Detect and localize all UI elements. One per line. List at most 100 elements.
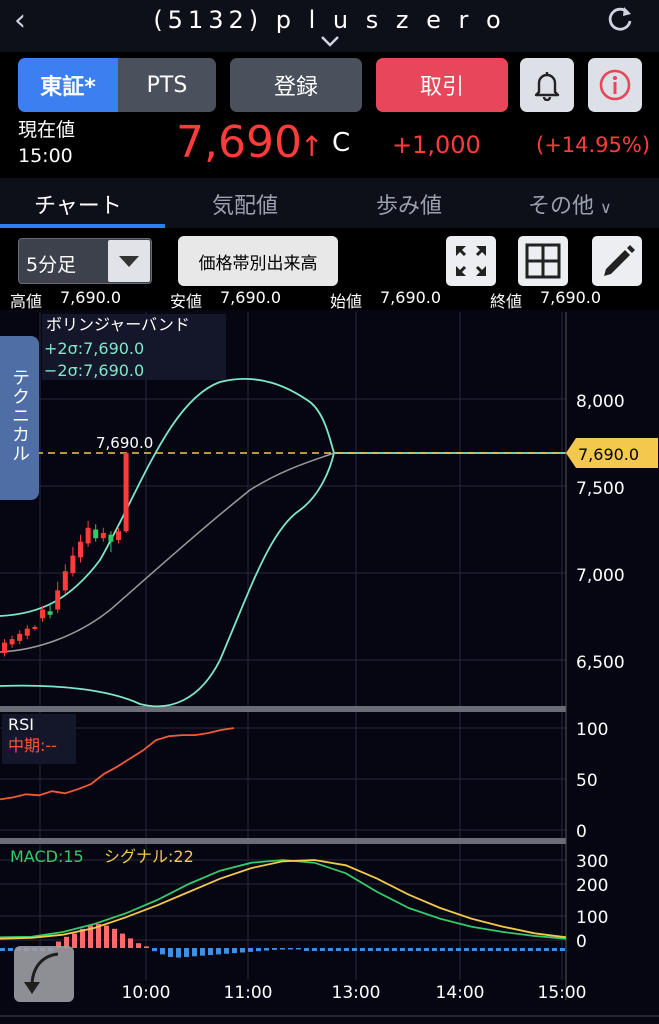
stock-chart[interactable]: ボリンジャーバンド +2σ:7,690.0 −2σ:7,690.0 7,690.… <box>0 310 659 1024</box>
draw-button[interactable] <box>592 236 642 286</box>
close-value: 7,690.0 <box>540 288 602 307</box>
bollinger-title: ボリンジャーバンド <box>46 315 190 334</box>
macd-histogram-bar <box>328 948 333 951</box>
low-value: 7,690.0 <box>220 288 282 307</box>
macd-histogram-bar <box>536 948 541 951</box>
macd-histogram-bar <box>424 948 429 951</box>
time-tick-label: 10:00 <box>122 983 171 1003</box>
pane-separator[interactable] <box>0 706 566 712</box>
current-price-label: 現在値 <box>18 119 76 141</box>
tse-market-button[interactable]: 東証* <box>18 58 118 112</box>
chevron-down-icon[interactable] <box>318 34 342 48</box>
macd-histogram-bar <box>512 948 517 951</box>
macd-histogram-bar <box>216 948 221 955</box>
candle-body <box>70 555 76 573</box>
current-price-time: 15:00 <box>18 145 73 167</box>
pane-separator[interactable] <box>0 838 566 844</box>
macd-histogram-bar <box>392 948 397 951</box>
macd-histogram-bar <box>152 948 157 952</box>
rsi-legend: 中期:-- <box>8 736 57 755</box>
triangle-down-icon <box>119 256 139 267</box>
expand-icon <box>456 246 486 276</box>
interval-value: 5分足 <box>26 254 77 276</box>
macd-histogram-bar <box>320 948 325 951</box>
current-price: 7,690 <box>176 117 302 168</box>
high-annotation: 7,690.0 <box>96 434 153 452</box>
macd-tick-label: 0 <box>576 932 587 952</box>
macd-histogram-bar <box>464 948 469 951</box>
macd-histogram-bar <box>472 948 477 951</box>
macd-histogram-bar <box>400 948 405 951</box>
alert-bell-button[interactable] <box>520 58 574 112</box>
candle-body <box>116 531 121 540</box>
macd-histogram-bar <box>208 948 213 956</box>
macd-histogram-bar <box>560 948 565 951</box>
undo-button[interactable] <box>14 946 74 1002</box>
pts-market-button[interactable]: PTS <box>118 58 216 112</box>
macd-histogram-bar <box>448 948 453 951</box>
register-button[interactable]: 登録 <box>230 58 362 112</box>
tab-quotes[interactable]: 気配値 <box>212 188 278 220</box>
bollinger-upper-legend: +2σ:7,690.0 <box>44 339 144 358</box>
bell-icon <box>534 72 560 101</box>
time-tick-label: 13:00 <box>332 983 381 1003</box>
macd-histogram-bar <box>232 948 237 954</box>
macd-histogram-bar <box>352 948 357 951</box>
price-tick-label: 6,500 <box>576 653 625 673</box>
high-value: 7,690.0 <box>60 288 122 307</box>
low-label: 安値 <box>170 292 203 311</box>
macd-histogram-bar <box>488 948 493 951</box>
active-tab-indicator <box>0 224 165 228</box>
price-tick-label: 7,000 <box>576 566 625 586</box>
info-button[interactable] <box>588 58 642 112</box>
price-tick-label: 8,000 <box>576 392 625 412</box>
macd-histogram-bar <box>408 948 413 951</box>
trade-button[interactable]: 取引 <box>376 58 508 112</box>
macd-histogram-bar <box>552 948 557 951</box>
macd-histogram-bar <box>432 948 437 951</box>
last-price-label: 7,690.0 <box>578 445 639 464</box>
macd-histogram-bar <box>384 948 389 951</box>
rsi-tick-label: 0 <box>576 822 587 842</box>
tab-chart[interactable]: チャート <box>34 188 122 220</box>
grid-icon <box>525 243 561 279</box>
macd-histogram-bar <box>360 948 365 951</box>
tab-other[interactable]: その他 ∨ <box>528 188 612 220</box>
candle-body <box>100 532 106 539</box>
chevron-down-icon: ∨ <box>600 198 612 217</box>
macd-histogram-bar <box>504 948 509 951</box>
macd-histogram-bar <box>296 948 301 950</box>
macd-histogram-bar <box>376 948 381 951</box>
up-arrow-icon: ↑ <box>300 130 324 163</box>
macd-histogram-bar <box>440 948 445 951</box>
chart-background <box>0 310 659 1024</box>
candle-body <box>17 633 23 641</box>
reload-icon[interactable] <box>604 3 636 35</box>
rsi-tick-label: 50 <box>576 771 598 791</box>
volume-by-price-button[interactable]: 価格帯別出来高 <box>178 236 338 286</box>
macd-histogram-bar <box>176 948 181 958</box>
grid-layout-button[interactable] <box>518 236 568 286</box>
candle-body <box>55 590 61 610</box>
macd-histogram-bar <box>272 948 277 950</box>
time-tick-label: 14:00 <box>436 983 485 1003</box>
macd-histogram-bar <box>112 928 117 948</box>
expand-button[interactable] <box>446 236 496 286</box>
candle-body <box>62 571 68 591</box>
tab-other-label: その他 <box>528 194 595 219</box>
tab-ticks[interactable]: 歩み値 <box>376 188 442 220</box>
candle-body <box>9 639 15 645</box>
candle-body <box>24 628 30 636</box>
candle-body <box>40 609 45 619</box>
interval-dropdown-button[interactable] <box>108 240 150 282</box>
rsi-title: RSI <box>8 715 34 734</box>
signal-legend: シグナル:22 <box>104 847 194 866</box>
macd-histogram-bar <box>456 948 461 951</box>
stock-title[interactable]: (5132) p l u s z e r o <box>0 6 659 34</box>
macd-histogram-bar <box>136 943 141 948</box>
macd-histogram-bar <box>312 948 317 951</box>
price-tick-label: 7,500 <box>576 479 625 499</box>
close-label: 終値 <box>490 292 523 311</box>
macd-histogram-bar <box>224 948 229 954</box>
macd-histogram-bar <box>184 948 189 957</box>
